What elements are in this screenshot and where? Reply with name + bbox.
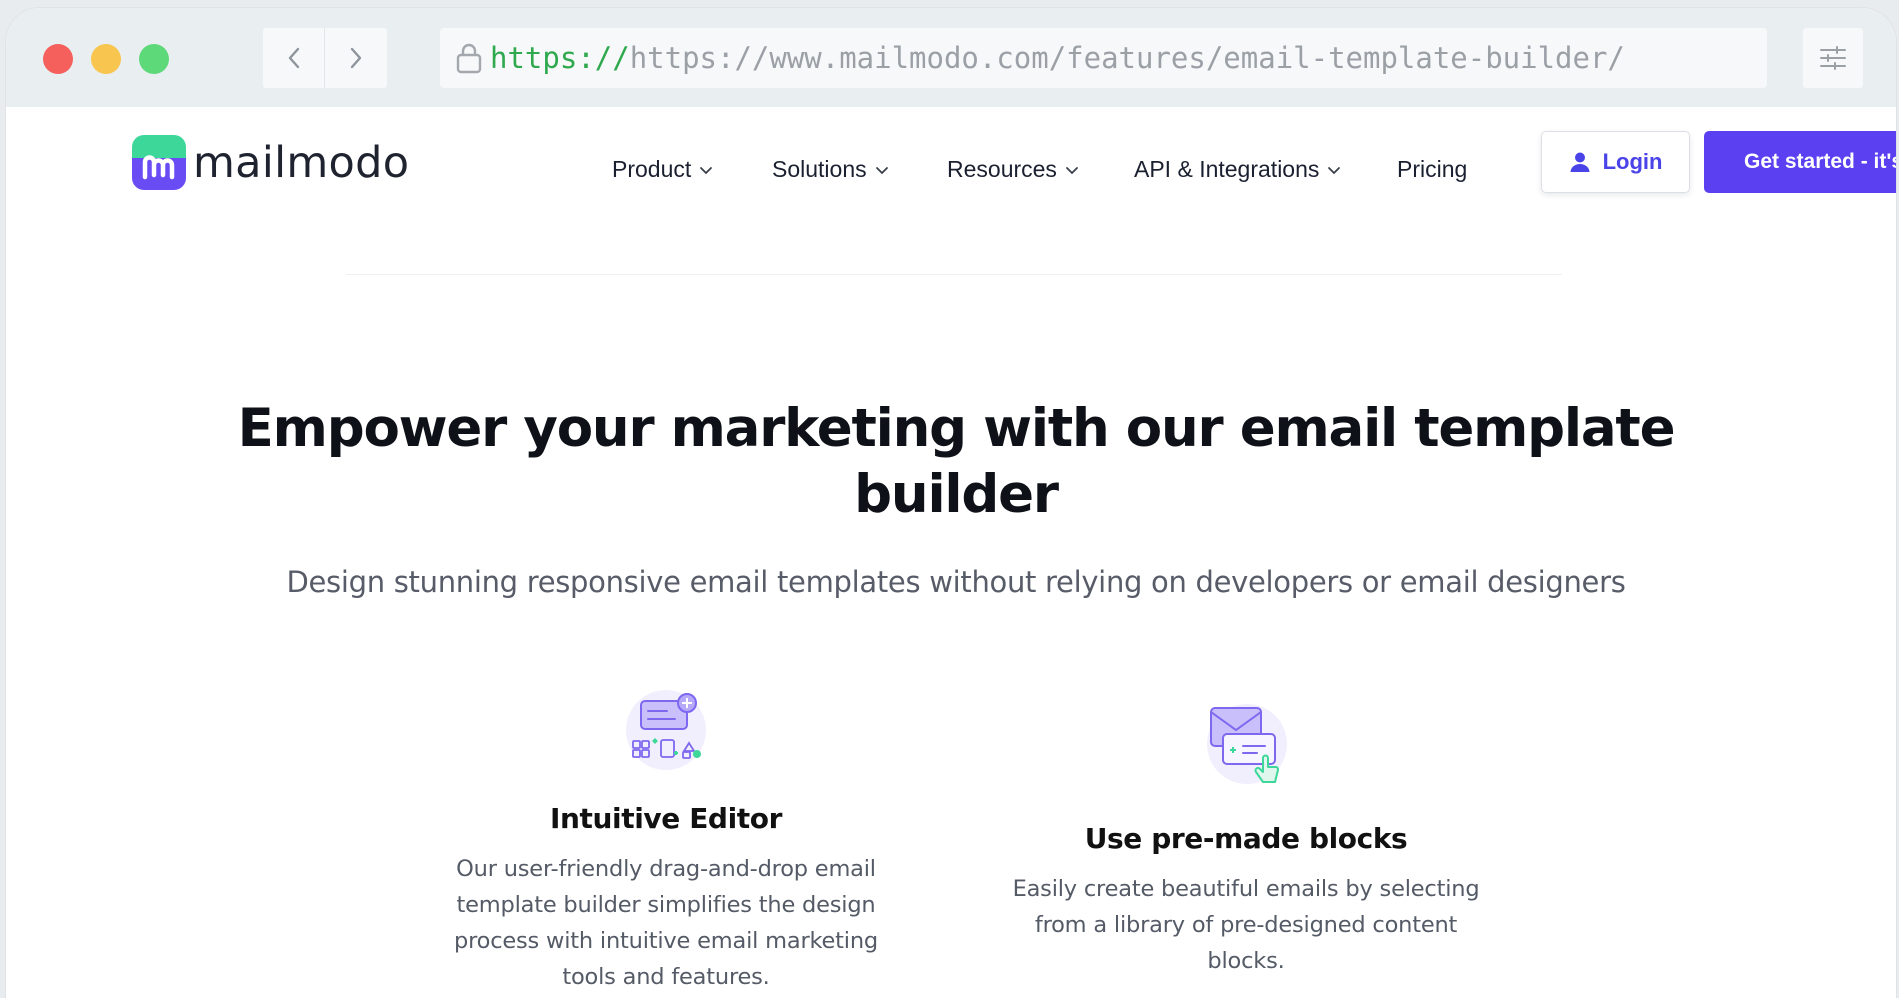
history-nav-group bbox=[263, 28, 387, 88]
mailmodo-logo[interactable]: mailmodo bbox=[132, 135, 409, 190]
get-started-button[interactable]: Get started - it's bbox=[1704, 131, 1896, 193]
feature-title: Intuitive Editor bbox=[549, 802, 783, 835]
brand-name: mailmodo bbox=[193, 137, 410, 188]
nav-item-label: Pricing bbox=[1397, 156, 1468, 182]
feature-description: Easily create beautiful emails by select… bbox=[1012, 876, 1480, 974]
sliders-icon bbox=[1820, 46, 1846, 70]
chevron-down-icon bbox=[700, 166, 713, 174]
feature-description: Our user-friendly drag-and-drop email te… bbox=[454, 856, 878, 990]
minimize-window-button[interactable] bbox=[91, 44, 121, 74]
chevron-down-icon bbox=[1066, 166, 1078, 174]
chevron-down-icon bbox=[1328, 166, 1341, 174]
chevron-left-icon bbox=[288, 47, 300, 69]
mailmodo-logo-icon bbox=[132, 135, 186, 190]
nav-item-label: API & Integrations bbox=[1134, 156, 1320, 182]
nav-item-product[interactable]: Product bbox=[612, 156, 713, 183]
login-label: Login bbox=[1602, 149, 1663, 174]
address-bar[interactable]: https://https://www.mailmodo.com/feature… bbox=[440, 28, 1767, 88]
feature-card-intuitive-editor: Intuitive Editor Our user-friendly drag-… bbox=[426, 688, 906, 995]
browser-window: https://https://www.mailmodo.com/feature… bbox=[6, 8, 1896, 998]
feature-card-pre-made-blocks: Use pre-made blocks Easily create beauti… bbox=[1001, 700, 1491, 979]
hero-title: Empower your marketing with our email te… bbox=[237, 398, 1676, 525]
chevron-right-icon bbox=[350, 47, 362, 69]
maximize-window-button[interactable] bbox=[139, 44, 169, 74]
envelope-click-icon bbox=[1207, 704, 1287, 784]
nav-item-resources[interactable]: Resources bbox=[947, 156, 1079, 183]
nav-item-label: Solutions bbox=[772, 156, 867, 182]
nav-item-label: Resources bbox=[947, 156, 1057, 182]
header-divider bbox=[346, 274, 1562, 275]
get-started-label: Get started - it's bbox=[1744, 150, 1896, 173]
url-path: https://www.mailmodo.com/features/email-… bbox=[629, 41, 1625, 75]
chevron-down-icon bbox=[875, 166, 888, 174]
url-scheme: https:// bbox=[490, 41, 630, 75]
lock-icon bbox=[454, 41, 484, 75]
settings-button[interactable] bbox=[1803, 28, 1863, 88]
browser-toolbar: https://https://www.mailmodo.com/feature… bbox=[6, 8, 1896, 107]
url-text: https://https://www.mailmodo.com/feature… bbox=[490, 41, 1625, 75]
nav-item-api-integrations[interactable]: API & Integrations bbox=[1134, 156, 1341, 183]
nav-item-pricing[interactable]: Pricing bbox=[1397, 156, 1467, 183]
nav-item-solutions[interactable]: Solutions bbox=[772, 156, 889, 183]
close-window-button[interactable] bbox=[43, 44, 73, 74]
forward-button[interactable] bbox=[325, 28, 387, 88]
feature-title: Use pre-made blocks bbox=[1084, 822, 1408, 855]
login-button[interactable]: Login bbox=[1541, 131, 1690, 193]
back-button[interactable] bbox=[263, 28, 325, 88]
user-icon bbox=[1570, 152, 1590, 172]
editor-blocks-icon bbox=[626, 690, 706, 770]
nav-item-label: Product bbox=[612, 156, 692, 182]
hero-subtitle: Design stunning responsive email templat… bbox=[286, 565, 1626, 599]
